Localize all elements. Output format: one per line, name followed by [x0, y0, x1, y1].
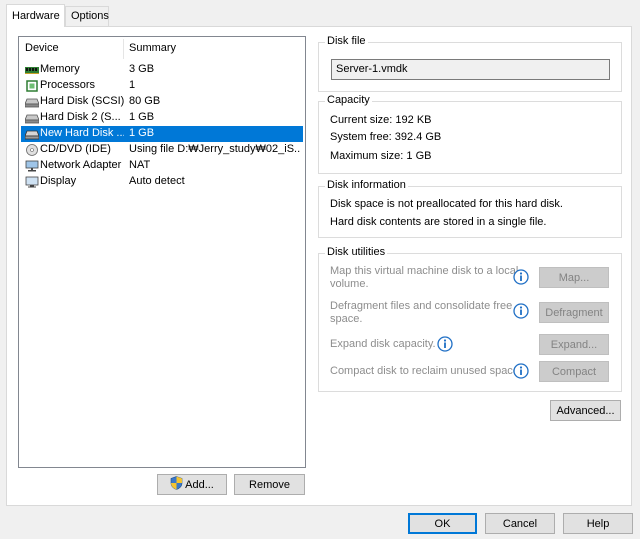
map-description-line-1: Map this virtual machine disk to a local	[330, 265, 519, 277]
ok-button-label: OK	[434, 517, 451, 530]
column-header-summary[interactable]: Summary	[129, 42, 176, 54]
expand-button[interactable]: Expand...	[539, 334, 609, 355]
info-icon	[513, 269, 529, 285]
device-name: CD/DVD (IDE)	[40, 143, 111, 155]
disk-utilities-group: Disk utilities Map this virtual machine …	[318, 246, 622, 392]
device-summary: 1 GB	[129, 111, 155, 123]
help-button-label: Help	[586, 517, 610, 530]
device-name: Hard Disk 2 (S...	[40, 111, 121, 123]
device-summary: 3 GB	[129, 63, 155, 75]
maximum-size-text: Maximum size: 1 GB	[330, 150, 432, 162]
disk-file-group: Disk file Server-1.vmdk	[318, 35, 622, 92]
device-row-display[interactable]: Display Auto detect	[21, 174, 303, 190]
device-name: Hard Disk (SCSI)	[40, 95, 124, 107]
column-header-device[interactable]: Device	[25, 42, 59, 54]
expand-button-label: Expand...	[550, 338, 598, 351]
hard-disk-icon	[24, 128, 40, 140]
disk-information-group: Disk information Disk space is not preal…	[318, 179, 622, 238]
compact-description: Compact disk to reclaim unused space.	[330, 365, 522, 377]
hard-disk-icon	[24, 96, 40, 108]
tab-hardware[interactable]: Hardware	[6, 4, 65, 27]
defragment-description-line-1: Defragment files and consolidate free	[330, 300, 513, 312]
disk-info-line-1: Disk space is not preallocated for this …	[330, 198, 563, 210]
add-button[interactable]: Add...	[157, 474, 227, 495]
device-row-network-adapter[interactable]: Network Adapter NAT	[21, 158, 303, 174]
map-button-label: Map...	[558, 271, 590, 284]
tab-options[interactable]: Options	[65, 6, 109, 27]
help-button[interactable]: Help	[563, 513, 633, 534]
cancel-button[interactable]: Cancel	[485, 513, 555, 534]
processor-icon	[25, 80, 39, 92]
info-icon	[437, 336, 453, 352]
device-row-memory[interactable]: Memory 3 GB	[21, 62, 303, 78]
expand-description: Expand disk capacity.	[330, 338, 436, 350]
current-size-text: Current size: 192 KB	[330, 114, 432, 126]
device-summary: 1 GB	[129, 127, 155, 139]
shield-icon	[170, 476, 183, 493]
advanced-button[interactable]: Advanced...	[550, 400, 621, 421]
defragment-description-line-2: space.	[330, 313, 363, 325]
device-summary: Auto detect	[129, 175, 185, 187]
column-separator[interactable]	[123, 39, 124, 59]
compact-button-label: Compact	[551, 365, 597, 378]
defragment-button-label: Defragment	[545, 306, 603, 319]
ok-button[interactable]: OK	[408, 513, 477, 534]
device-summary: 80 GB	[129, 95, 161, 107]
device-name: New Hard Disk ...	[40, 127, 124, 139]
map-description-line-2: volume.	[330, 278, 369, 290]
device-name: Processors	[40, 79, 96, 91]
device-summary: 1	[129, 79, 136, 91]
info-icon	[513, 363, 529, 379]
hard-disk-icon	[24, 112, 40, 124]
cancel-button-label: Cancel	[502, 517, 538, 530]
device-list[interactable]: Device Summary Memory 3 GB Processors 1 …	[18, 36, 306, 468]
disk-utilities-title: Disk utilities	[325, 246, 388, 258]
remove-button-label: Remove	[249, 478, 290, 491]
map-button[interactable]: Map...	[539, 267, 609, 288]
network-adapter-icon	[25, 160, 39, 172]
disk-info-line-2: Hard disk contents are stored in a singl…	[330, 216, 547, 228]
capacity-title: Capacity	[325, 94, 372, 106]
device-summary: Using file D:₩Jerry_study₩02_iS...	[129, 143, 301, 155]
device-row-cd-dvd[interactable]: CD/DVD (IDE) Using file D:₩Jerry_study₩0…	[21, 142, 303, 158]
defragment-button[interactable]: Defragment	[539, 302, 609, 323]
advanced-button-label: Advanced...	[556, 404, 615, 417]
add-button-label: Add...	[185, 478, 214, 491]
tab-hardware-label: Hardware	[12, 10, 60, 22]
memory-icon	[25, 64, 39, 76]
compact-button[interactable]: Compact	[539, 361, 609, 382]
device-row-hard-disk-2[interactable]: Hard Disk 2 (S... 1 GB	[21, 110, 303, 126]
remove-button[interactable]: Remove	[234, 474, 305, 495]
capacity-group: Capacity Current size: 192 KB System fre…	[318, 94, 622, 174]
system-free-text: System free: 392.4 GB	[330, 131, 442, 143]
info-icon	[513, 303, 529, 319]
disk-file-title: Disk file	[325, 35, 368, 47]
disk-file-value: Server-1.vmdk	[336, 63, 408, 75]
device-row-hard-disk-scsi[interactable]: Hard Disk (SCSI) 80 GB	[21, 94, 303, 110]
display-icon	[25, 176, 39, 188]
device-name: Network Adapter	[40, 159, 122, 171]
device-row-processors[interactable]: Processors 1	[21, 78, 303, 94]
disk-file-field[interactable]: Server-1.vmdk	[331, 59, 610, 80]
cd-dvd-icon	[25, 144, 39, 156]
device-name: Memory	[40, 63, 80, 75]
disk-information-title: Disk information	[325, 179, 408, 191]
tab-options-label: Options	[71, 10, 109, 22]
device-summary: NAT	[129, 159, 151, 171]
device-row-new-hard-disk[interactable]: New Hard Disk ... 1 GB	[21, 126, 303, 142]
device-name: Display	[40, 175, 77, 187]
device-list-header: Device Summary	[19, 37, 305, 59]
